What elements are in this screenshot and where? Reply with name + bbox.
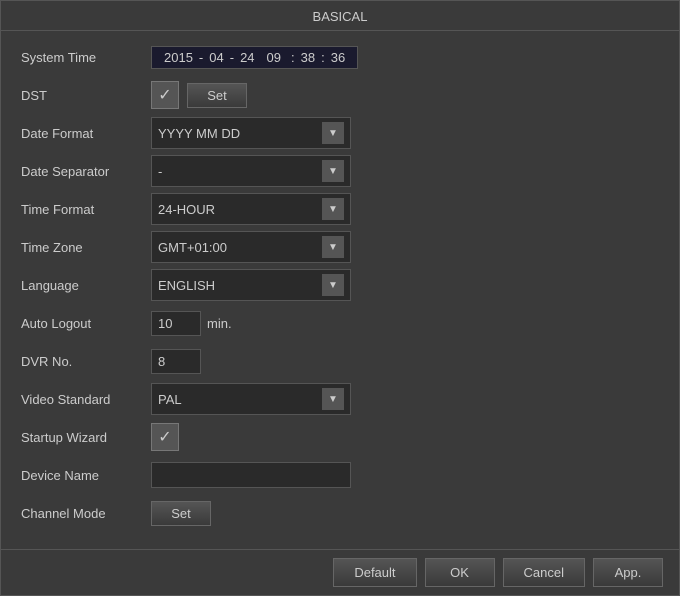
time-second: 36 [327,50,349,65]
channel-mode-field: Set [151,501,659,526]
main-window: BASICAL System Time 2015 - 04 - 24 09 : … [0,0,680,596]
video-standard-dropdown[interactable]: PAL [151,383,351,415]
dvr-no-label: DVR No. [21,354,151,369]
window-title: BASICAL [313,9,368,24]
time-hour: 09 [259,50,289,65]
dst-row: DST ✓ Set [21,79,659,111]
date-format-field: YYYY MM DD [151,117,659,149]
time-year: 2015 [160,50,197,65]
time-zone-label: Time Zone [21,240,151,255]
time-day: 24 [236,50,258,65]
time-colon2: : [319,50,327,65]
title-bar: BASICAL [1,1,679,31]
channel-mode-set-button[interactable]: Set [151,501,211,526]
footer: Default OK Cancel App. [1,549,679,595]
dvr-no-row: DVR No. [21,345,659,377]
auto-logout-field: min. [151,311,659,336]
dst-check-icon: ✓ [158,85,171,105]
auto-logout-label: Auto Logout [21,316,151,331]
time-zone-field: GMT+01:00 [151,231,659,263]
startup-wizard-field: ✓ [151,423,659,451]
dst-checkbox[interactable]: ✓ [151,81,179,109]
language-label: Language [21,278,151,293]
date-separator-row: Date Separator - [21,155,659,187]
ok-button[interactable]: OK [425,558,495,587]
device-name-field [151,462,659,488]
date-separator-value: - [158,164,318,179]
form-content: System Time 2015 - 04 - 24 09 : 38 : 36 … [1,31,679,549]
startup-wizard-row: Startup Wizard ✓ [21,421,659,453]
date-separator-label: Date Separator [21,164,151,179]
auto-logout-row: Auto Logout min. [21,307,659,339]
date-format-arrow-icon [322,122,344,144]
time-format-dropdown[interactable]: 24-HOUR [151,193,351,225]
date-separator-arrow-icon [322,160,344,182]
cancel-button[interactable]: Cancel [503,558,585,587]
time-display[interactable]: 2015 - 04 - 24 09 : 38 : 36 [151,46,358,69]
device-name-row: Device Name [21,459,659,491]
language-row: Language ENGLISH [21,269,659,301]
language-value: ENGLISH [158,278,318,293]
dst-set-button[interactable]: Set [187,83,247,108]
auto-logout-input[interactable] [151,311,201,336]
language-field: ENGLISH [151,269,659,301]
time-month: 04 [205,50,227,65]
time-format-arrow-icon [322,198,344,220]
time-minute: 38 [297,50,319,65]
dvr-no-input[interactable] [151,349,201,374]
time-zone-dropdown[interactable]: GMT+01:00 [151,231,351,263]
time-zone-row: Time Zone GMT+01:00 [21,231,659,263]
video-standard-value: PAL [158,392,318,407]
time-format-value: 24-HOUR [158,202,318,217]
date-format-value: YYYY MM DD [158,126,318,141]
auto-logout-unit: min. [207,316,232,331]
video-standard-row: Video Standard PAL [21,383,659,415]
system-time-label: System Time [21,50,151,65]
video-standard-field: PAL [151,383,659,415]
system-time-row: System Time 2015 - 04 - 24 09 : 38 : 36 [21,41,659,73]
video-standard-arrow-icon [322,388,344,410]
time-sep2: - [228,50,236,65]
system-time-field: 2015 - 04 - 24 09 : 38 : 36 [151,46,659,69]
time-format-label: Time Format [21,202,151,217]
app-button[interactable]: App. [593,558,663,587]
video-standard-label: Video Standard [21,392,151,407]
time-zone-arrow-icon [322,236,344,258]
date-format-label: Date Format [21,126,151,141]
time-colon1: : [289,50,297,65]
dst-label: DST [21,88,151,103]
time-format-field: 24-HOUR [151,193,659,225]
time-format-row: Time Format 24-HOUR [21,193,659,225]
startup-wizard-check-icon: ✓ [158,427,171,447]
channel-mode-row: Channel Mode Set [21,497,659,529]
date-format-dropdown[interactable]: YYYY MM DD [151,117,351,149]
language-dropdown[interactable]: ENGLISH [151,269,351,301]
date-separator-dropdown[interactable]: - [151,155,351,187]
date-format-row: Date Format YYYY MM DD [21,117,659,149]
time-sep1: - [197,50,205,65]
device-name-label: Device Name [21,468,151,483]
startup-wizard-label: Startup Wizard [21,430,151,445]
device-name-input[interactable] [151,462,351,488]
language-arrow-icon [322,274,344,296]
default-button[interactable]: Default [333,558,416,587]
date-separator-field: - [151,155,659,187]
channel-mode-label: Channel Mode [21,506,151,521]
time-zone-value: GMT+01:00 [158,240,318,255]
dvr-no-field [151,349,659,374]
dst-field: ✓ Set [151,81,659,109]
startup-wizard-checkbox[interactable]: ✓ [151,423,179,451]
